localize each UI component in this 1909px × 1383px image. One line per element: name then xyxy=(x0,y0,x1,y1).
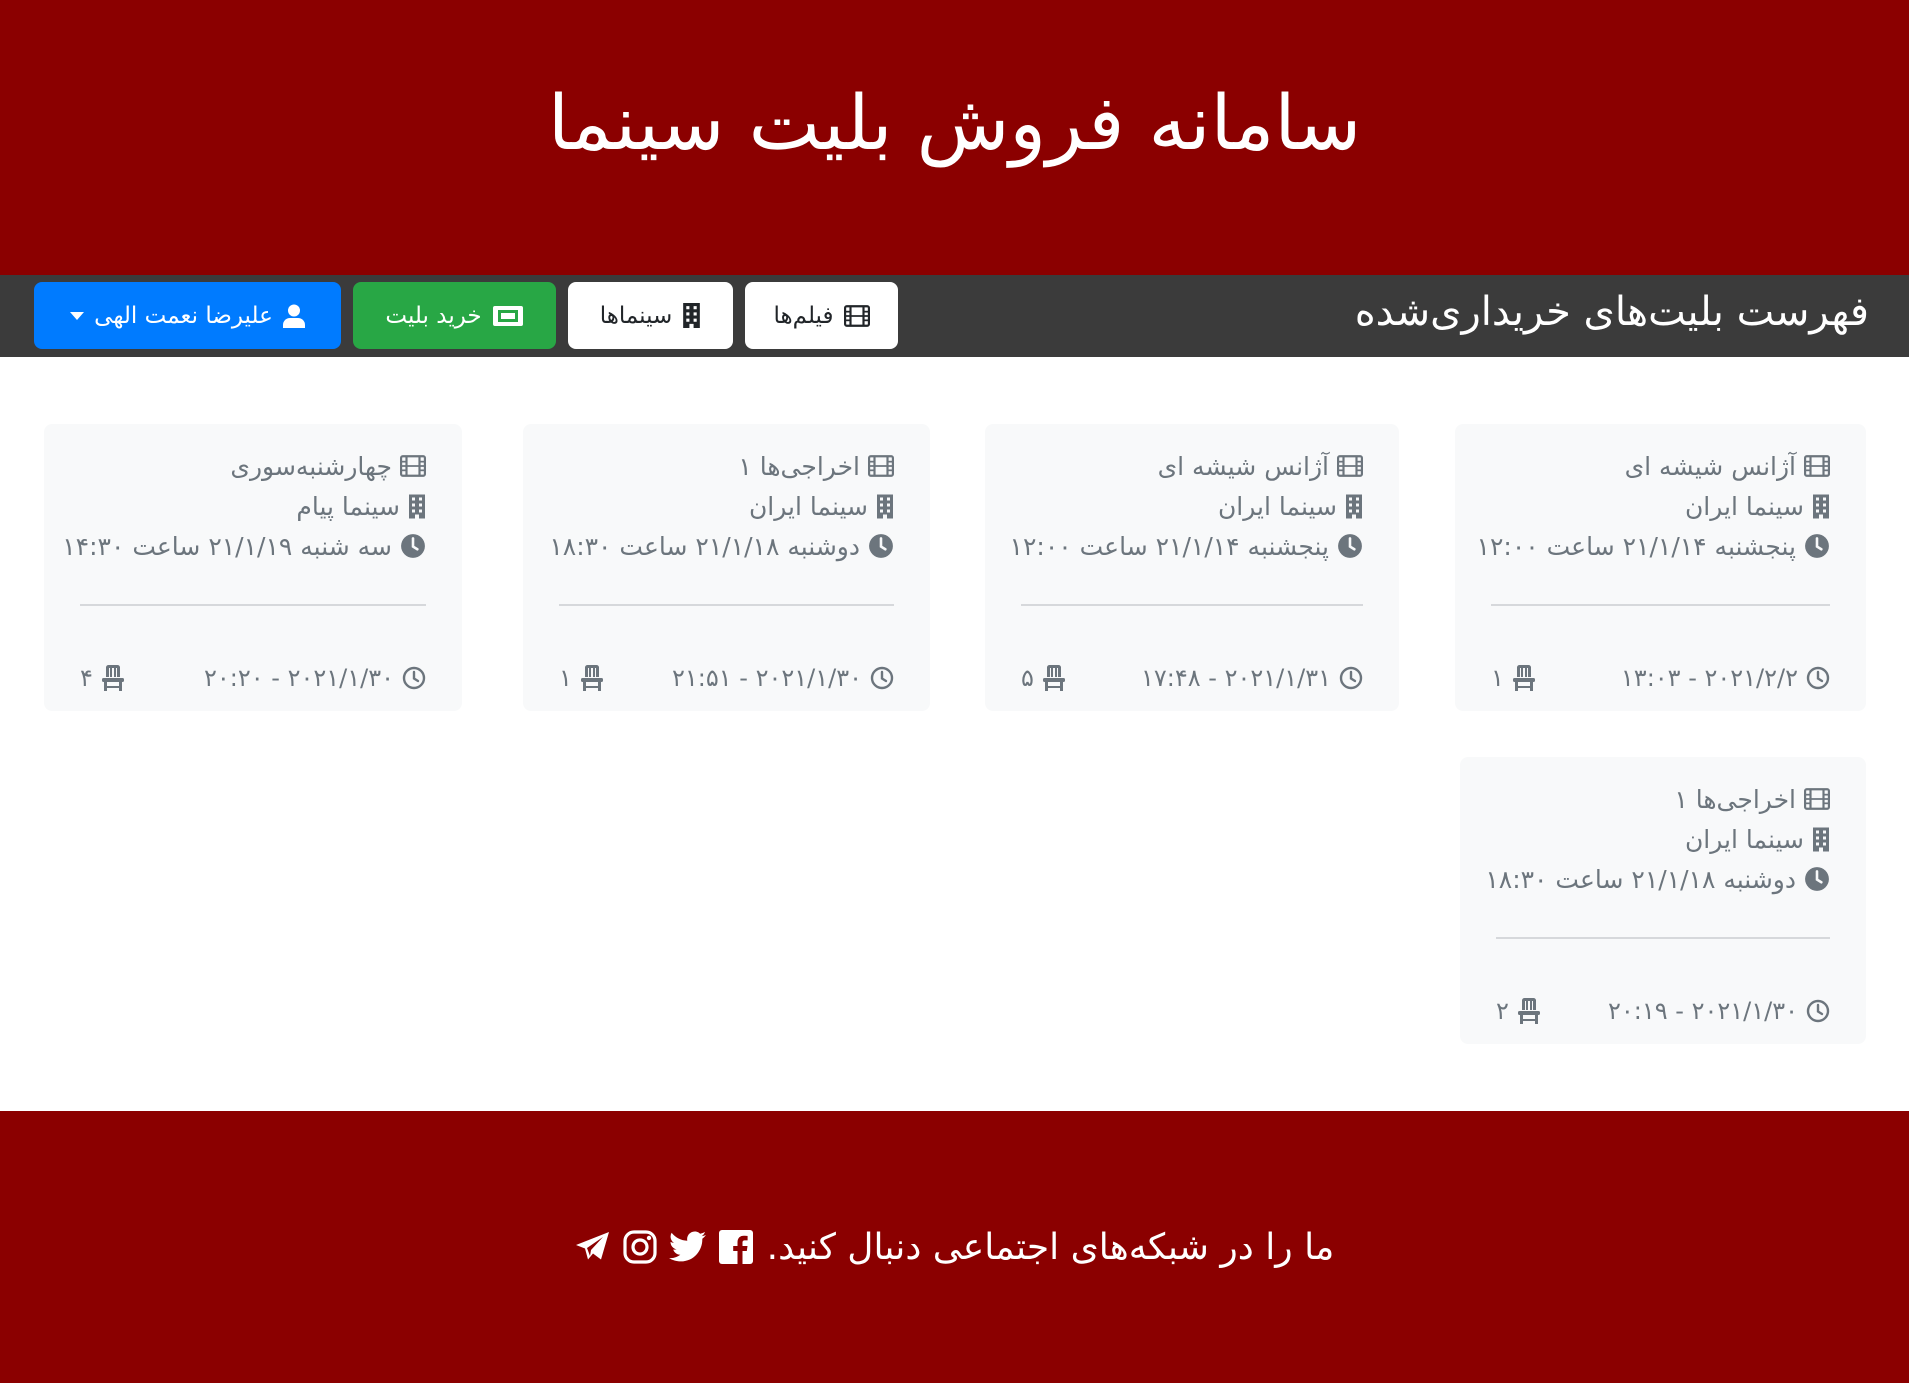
purchase-time: ۲۰۲۱/۱/۳۰ - ۲۰:۱۹ xyxy=(1608,997,1798,1025)
telegram-icon[interactable] xyxy=(575,1231,611,1263)
seat-icon xyxy=(580,665,604,691)
showtime: دوشنبه ۲۱/۱/۱۸ ساعت ۱۸:۳۰ xyxy=(1485,864,1796,894)
showtime: دوشنبه ۲۱/۱/۱۸ ساعت ۱۸:۳۰ xyxy=(549,531,860,561)
clock-icon xyxy=(1804,533,1830,559)
building-icon xyxy=(1812,494,1830,519)
film-title: اخراجی‌ها ۱ xyxy=(738,451,860,481)
divider xyxy=(1496,937,1830,939)
showtime: پنجشنبه ۲۱/۱/۱۴ ساعت ۱۲:۰۰ xyxy=(1476,531,1796,561)
ticket-icon xyxy=(492,305,523,326)
building-icon xyxy=(682,303,701,328)
divider xyxy=(559,604,894,606)
film-title: اخراجی‌ها ۱ xyxy=(1674,784,1796,814)
chevron-down-icon xyxy=(70,311,85,320)
showtime: سه شنبه ۲۱/۱/۱۹ ساعت ۱۴:۳۰ xyxy=(62,531,392,561)
social-links xyxy=(575,1230,753,1264)
twitter-icon[interactable] xyxy=(668,1231,707,1263)
clock-icon xyxy=(868,533,894,559)
footer-text: ما را در شبکه‌های اجتماعی دنبال کنید. xyxy=(766,1226,1335,1268)
showtime: پنجشنبه ۲۱/۱/۱۴ ساعت ۱۲:۰۰ xyxy=(1009,531,1329,561)
film-title: آژانس شیشه ای xyxy=(1624,451,1796,481)
ticket-card: آژانس شیشه ای سینما ایران پنجشنبه ۲۱/۱/۱… xyxy=(1455,424,1866,711)
facebook-icon[interactable] xyxy=(718,1230,753,1264)
clock-icon xyxy=(400,533,426,559)
seat-icon xyxy=(101,665,125,691)
cinema-name: سینما ایران xyxy=(748,491,868,521)
building-icon xyxy=(1812,827,1830,852)
film-title: آژانس شیشه ای xyxy=(1157,451,1329,481)
purchase-time: ۲۰۲۱/۱/۳۰ - ۲۰:۲۰ xyxy=(204,664,394,692)
buy-ticket-label: خرید بلیت xyxy=(385,302,482,329)
clock-outline-icon xyxy=(1339,666,1363,690)
ticket-card: چهارشنبه‌سوری سینما پیام سه شنبه ۲۱/۱/۱۹… xyxy=(44,424,462,711)
divider xyxy=(1021,604,1363,606)
building-icon xyxy=(408,494,426,519)
divider xyxy=(1491,604,1830,606)
clock-outline-icon xyxy=(402,666,426,690)
instagram-icon[interactable] xyxy=(623,1230,657,1264)
film-icon xyxy=(844,305,870,327)
user-name: علیرضا نعمت الهی xyxy=(94,302,273,329)
film-icon xyxy=(1337,455,1363,477)
seat-icon xyxy=(1517,998,1541,1024)
film-icon xyxy=(400,455,426,477)
purchase-time: ۲۰۲۱/۱/۳۰ - ۲۱:۵۱ xyxy=(672,664,862,692)
cinemas-button-label: سینماها xyxy=(599,302,673,329)
divider xyxy=(80,604,426,606)
films-button-label: فیلم‌ها xyxy=(773,302,834,329)
seat-count: ۴ xyxy=(80,664,93,692)
films-button[interactable]: فیلم‌ها xyxy=(745,282,898,349)
user-icon xyxy=(282,304,305,328)
clock-outline-icon xyxy=(1806,999,1830,1023)
clock-outline-icon xyxy=(870,666,894,690)
seat-icon xyxy=(1042,665,1066,691)
purchase-time: ۲۰۲۱/۲/۲ - ۱۳:۰۳ xyxy=(1620,664,1798,692)
film-icon xyxy=(1804,455,1830,477)
seat-count: ۱ xyxy=(1491,664,1504,692)
cinema-name: سینما ایران xyxy=(1217,491,1337,521)
clock-icon xyxy=(1337,533,1363,559)
seat-count: ۱ xyxy=(559,664,572,692)
page-title: فهرست بلیت‌های خریداری‌شده xyxy=(1354,289,1869,335)
cinema-name: سینما ایران xyxy=(1684,491,1804,521)
film-title: چهارشنبه‌سوری xyxy=(230,451,392,481)
ticket-card: اخراجی‌ها ۱ سینما ایران دوشنبه ۲۱/۱/۱۸ س… xyxy=(523,424,930,711)
page-footer: ما را در شبکه‌های اجتماعی دنبال کنید. xyxy=(0,1111,1909,1383)
seat-count: ۲ xyxy=(1496,997,1509,1025)
buy-ticket-button[interactable]: خرید بلیت xyxy=(353,282,556,349)
clock-outline-icon xyxy=(1806,666,1830,690)
navbar: فهرست بلیت‌های خریداری‌شده فیلم‌ها سینما… xyxy=(0,275,1909,357)
building-icon xyxy=(876,494,894,519)
seat-icon xyxy=(1512,665,1536,691)
film-icon xyxy=(868,455,894,477)
building-icon xyxy=(1345,494,1363,519)
ticket-card: اخراجی‌ها ۱ سینما ایران دوشنبه ۲۱/۱/۱۸ س… xyxy=(1460,757,1866,1044)
film-icon xyxy=(1804,788,1830,810)
purchase-time: ۲۰۲۱/۱/۳۱ - ۱۷:۴۸ xyxy=(1141,664,1331,692)
clock-icon xyxy=(1804,866,1830,892)
seat-count: ۵ xyxy=(1021,664,1034,692)
cinemas-button[interactable]: سینماها xyxy=(568,282,733,349)
user-menu-button[interactable]: علیرضا نعمت الهی xyxy=(34,282,341,349)
site-title: سامانه فروش بلیت سینما xyxy=(547,78,1362,167)
cinema-name: سینما پیام xyxy=(296,491,400,521)
ticket-card: آژانس شیشه ای سینما ایران پنجشنبه ۲۱/۱/۱… xyxy=(985,424,1399,711)
cinema-name: سینما ایران xyxy=(1684,824,1804,854)
page-header: سامانه فروش بلیت سینما xyxy=(0,0,1909,275)
